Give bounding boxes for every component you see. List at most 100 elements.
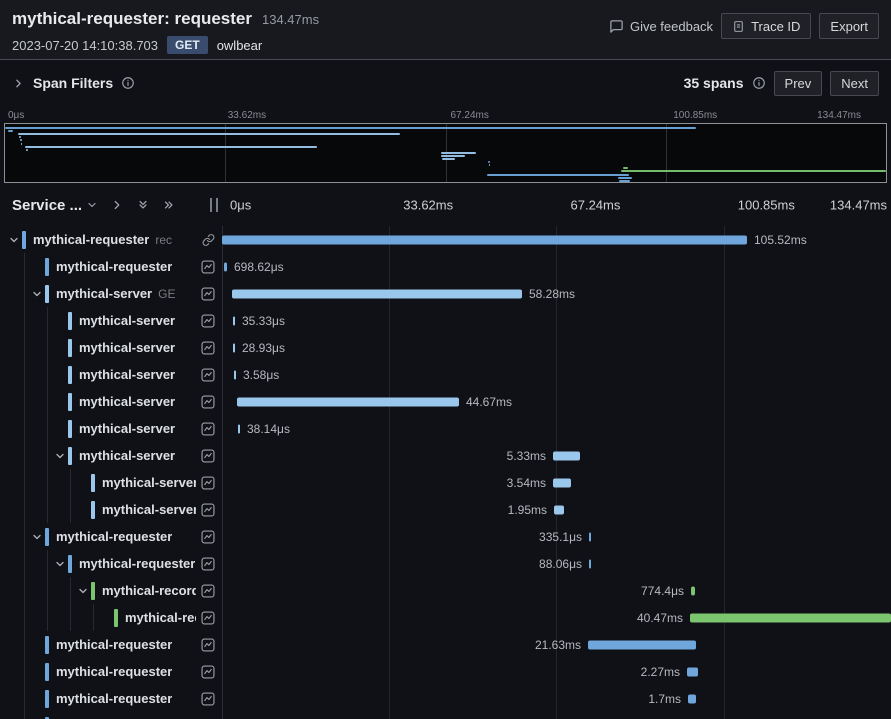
span-timeline-cell[interactable]: 44.67ms — [222, 388, 891, 415]
span-duration-label: 58.28ms — [529, 286, 576, 301]
angle-right-icon[interactable] — [110, 198, 124, 212]
span-timeline-cell[interactable]: 40.47ms — [222, 604, 891, 631]
service-color-marker — [68, 554, 72, 573]
chart-icon[interactable] — [201, 313, 215, 328]
span-timeline-cell[interactable]: 1.7ms — [222, 685, 891, 712]
span-timeline-cell[interactable]: 38.14μs — [222, 415, 891, 442]
chart-icon[interactable] — [201, 259, 215, 274]
span-duration-bar[interactable] — [222, 235, 747, 244]
span-duration-bar[interactable] — [687, 667, 698, 676]
trace-id-button[interactable]: Trace ID — [721, 13, 812, 39]
span-timeline-cell[interactable]: 3.58μs — [222, 361, 891, 388]
span-duration-bar[interactable] — [691, 586, 695, 595]
prev-button[interactable]: Prev — [773, 70, 823, 96]
span-timeline-cell[interactable]: 335.1μs — [222, 523, 891, 550]
span-timeline-cell[interactable]: 21.63ms — [222, 631, 891, 658]
expand-chevron-icon[interactable] — [77, 585, 91, 597]
chart-icon[interactable] — [201, 691, 215, 706]
expand-chevron-icon[interactable] — [54, 450, 68, 462]
timeline-minimap[interactable] — [4, 123, 887, 183]
span-duration-bar[interactable] — [688, 694, 696, 703]
span-duration-label: 774.4μs — [641, 583, 684, 598]
chart-icon[interactable] — [201, 556, 215, 571]
span-row[interactable]: mythical-requester 698.62μs — [0, 253, 891, 280]
span-row[interactable]: mythical-requester 2.27ms — [0, 658, 891, 685]
span-duration-bar[interactable] — [690, 613, 891, 622]
span-duration-bar[interactable] — [233, 316, 235, 325]
indent-guide — [70, 496, 71, 523]
indent-guide — [24, 604, 25, 631]
column-resize-handle[interactable] — [210, 198, 218, 212]
give-feedback-button[interactable]: Give feedback — [609, 19, 713, 34]
expand-chevron-icon[interactable] — [31, 288, 45, 300]
span-duration-bar[interactable] — [553, 451, 580, 460]
link-icon[interactable] — [202, 233, 215, 246]
expand-chevron-icon[interactable] — [8, 234, 22, 246]
chart-icon[interactable] — [201, 502, 215, 517]
chart-icon[interactable] — [201, 394, 215, 409]
span-duration-bar[interactable] — [233, 343, 235, 352]
chart-icon[interactable] — [201, 610, 215, 625]
span-row[interactable]: mythical-recorder 774.4μs — [0, 577, 891, 604]
span-row[interactable]: mythical-server 44.67ms — [0, 388, 891, 415]
span-timeline-cell[interactable]: 88.06μs — [222, 550, 891, 577]
span-row[interactable]: mythical-requester 88.06μs — [0, 550, 891, 577]
span-row[interactable]: mythical-server 35.33μs — [0, 307, 891, 334]
span-timeline-cell[interactable]: 1.95ms — [222, 496, 891, 523]
collapse-all-icon[interactable] — [136, 198, 150, 212]
expand-all-icon[interactable] — [162, 198, 176, 212]
span-row[interactable]: mythical-server 5.33ms — [0, 442, 891, 469]
span-row[interactable]: mythical-requester 21.63ms — [0, 631, 891, 658]
expand-chevron-icon[interactable] — [31, 531, 45, 543]
span-filters-expand-icon[interactable] — [12, 77, 25, 90]
chart-icon[interactable] — [201, 421, 215, 436]
chart-icon[interactable] — [201, 583, 215, 598]
chart-icon[interactable] — [201, 448, 215, 463]
chart-icon[interactable] — [201, 367, 215, 382]
span-timeline-cell[interactable]: 35.33μs — [222, 307, 891, 334]
span-row[interactable]: mythical-requester rec 105.52ms — [0, 226, 891, 253]
chevron-down-icon[interactable] — [86, 199, 98, 211]
span-row[interactable]: mythical-requester — [0, 712, 891, 719]
span-row[interactable]: mythical-server 3.58μs — [0, 361, 891, 388]
span-row[interactable]: mythical-recorder 40.47ms — [0, 604, 891, 631]
span-timeline-cell[interactable]: 774.4μs — [222, 577, 891, 604]
chart-icon[interactable] — [201, 664, 215, 679]
span-row[interactable]: mythical-requester 1.7ms — [0, 685, 891, 712]
span-duration-bar[interactable] — [554, 505, 564, 514]
span-duration-bar[interactable] — [237, 397, 459, 406]
span-row[interactable]: mythical-server 38.14μs — [0, 415, 891, 442]
span-timeline-cell[interactable] — [222, 712, 891, 719]
chart-icon[interactable] — [201, 529, 215, 544]
span-row[interactable]: mythical-server 3.54ms — [0, 469, 891, 496]
next-button[interactable]: Next — [830, 70, 879, 96]
chart-icon[interactable] — [201, 637, 215, 652]
span-timeline-cell[interactable]: 2.27ms — [222, 658, 891, 685]
service-column-title[interactable]: Service ... — [12, 197, 82, 214]
span-duration-bar[interactable] — [589, 532, 591, 541]
span-row[interactable]: mythical-server 28.93μs — [0, 334, 891, 361]
span-timeline-cell[interactable]: 28.93μs — [222, 334, 891, 361]
chart-icon[interactable] — [201, 340, 215, 355]
span-row[interactable]: mythical-server GE 58.28ms — [0, 280, 891, 307]
expand-chevron-icon[interactable] — [54, 558, 68, 570]
export-button[interactable]: Export — [819, 13, 879, 39]
span-timeline-cell[interactable]: 698.62μs — [222, 253, 891, 280]
span-duration-bar[interactable] — [234, 370, 236, 379]
span-duration-bar[interactable] — [588, 640, 696, 649]
span-duration-bar[interactable] — [238, 424, 240, 433]
span-duration-bar[interactable] — [553, 478, 571, 487]
span-duration-bar[interactable] — [589, 559, 591, 568]
span-row[interactable]: mythical-server 1.95ms — [0, 496, 891, 523]
span-timeline-cell[interactable]: 5.33ms — [222, 442, 891, 469]
chart-icon[interactable] — [201, 475, 215, 490]
span-timeline-cell[interactable]: 58.28ms — [222, 280, 891, 307]
span-filters-info-icon[interactable] — [121, 76, 135, 90]
span-row[interactable]: mythical-requester 335.1μs — [0, 523, 891, 550]
span-duration-bar[interactable] — [232, 289, 522, 298]
span-count-info-icon[interactable] — [752, 76, 766, 90]
chart-icon[interactable] — [201, 286, 215, 301]
span-duration-bar[interactable] — [224, 262, 227, 271]
span-timeline-cell[interactable]: 105.52ms — [222, 226, 891, 253]
span-timeline-cell[interactable]: 3.54ms — [222, 469, 891, 496]
